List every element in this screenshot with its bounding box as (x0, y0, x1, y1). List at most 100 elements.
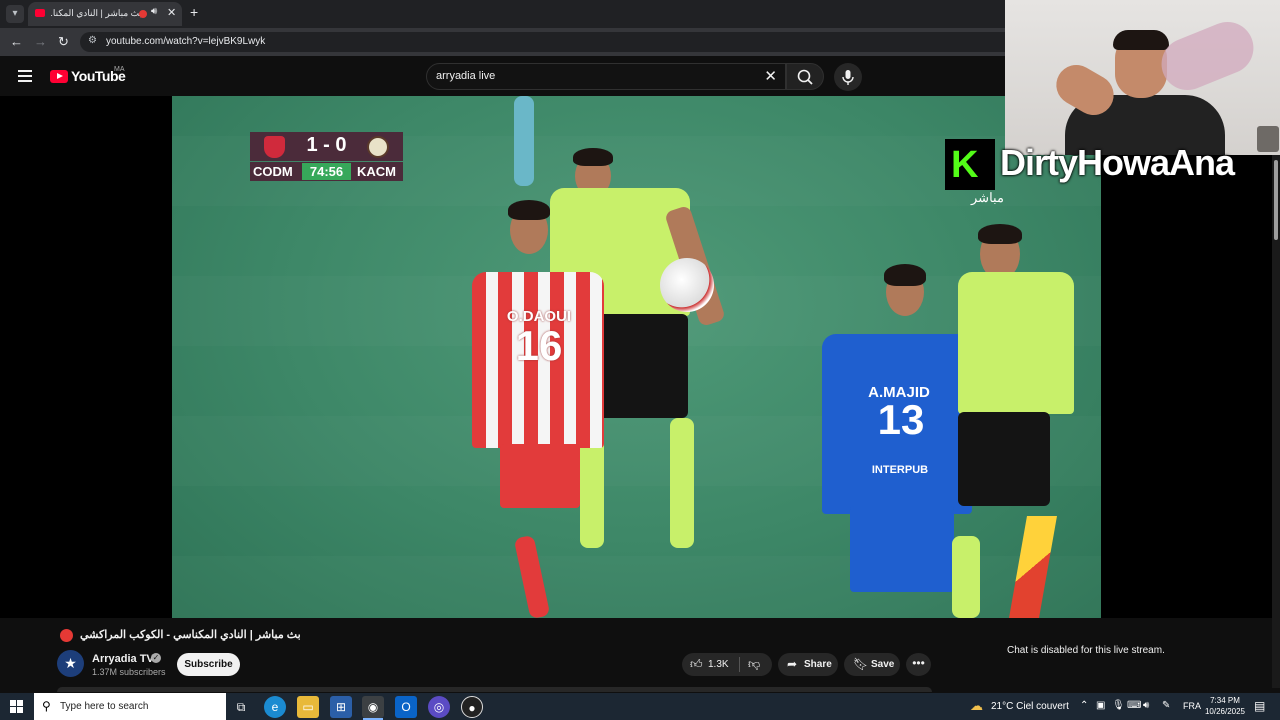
streamer-hair (1113, 30, 1169, 50)
pen-icon[interactable]: ✎ (1162, 700, 1170, 711)
microsoft-store-icon[interactable]: ⊞ (330, 696, 352, 718)
water-bottle (1153, 14, 1262, 98)
search-button[interactable] (786, 63, 824, 90)
channel-avatar[interactable]: ★ (57, 650, 84, 677)
description-box[interactable] (57, 687, 932, 692)
voice-search-button[interactable] (834, 63, 862, 91)
recording-indicator-icon (139, 10, 147, 18)
blue-player-sponsor: INTERPUB (871, 464, 929, 476)
keyboard-icon[interactable]: ⌨ (1127, 700, 1141, 711)
more-actions-button[interactable]: ••• (906, 653, 931, 676)
browser-toolbar: ← → ↻ ⚙ youtube.com/watch?v=lejvBK9Lwyk (0, 28, 1005, 56)
country-code: MA (114, 66, 125, 73)
back-arrow-icon[interactable]: ← (10, 34, 23, 49)
input-language[interactable]: FRA (1183, 701, 1201, 711)
verified-badge-icon: ✓ (151, 653, 161, 663)
home-team-code: CODM (253, 164, 293, 179)
url-text[interactable]: youtube.com/watch?v=lejvBK9Lwyk (106, 36, 265, 47)
referee-sock (670, 418, 694, 548)
new-tab-button[interactable]: + (190, 4, 198, 20)
system-clock[interactable]: 7:34 PM 10/26/2025 (1204, 695, 1246, 717)
red-player-shorts (500, 444, 580, 508)
discord-icon[interactable]: ◎ (428, 696, 450, 718)
chat-disabled-message: Chat is disabled for this live stream. (1007, 645, 1165, 656)
video-title: بث مباشر | النادي المكناسي - الكوكب المر… (80, 629, 301, 641)
blue-player-shorts (850, 506, 954, 592)
chevron-up-icon[interactable]: ⌃ (1080, 700, 1088, 711)
microphone-icon[interactable]: 🎙︎ (1112, 700, 1125, 711)
search-icon: ⚲ (42, 699, 51, 713)
red-player-number: 16 (515, 322, 563, 369)
clock-time: 7:34 PM (1210, 696, 1240, 705)
thumbs-down-icon[interactable]: 👎︎ (748, 657, 760, 672)
streamer-webcam (1005, 0, 1280, 155)
tab-search-button[interactable]: ▾ (6, 5, 24, 23)
live-indicator-icon (60, 629, 73, 642)
channel-name[interactable]: Arryadia TV (92, 653, 154, 665)
clear-search-icon[interactable]: ✕ (764, 67, 777, 85)
streamer-name-overlay: DirtyHowaAna (1000, 142, 1235, 183)
assistant-referee-shorts (958, 412, 1050, 506)
edge-browser-icon[interactable]: e (264, 696, 286, 718)
match-ball (660, 258, 714, 312)
browser-tab-strip: ▾ بث مباشر | النادي المكنا... 🔊︎ ✕ + (0, 0, 1005, 28)
search-input[interactable]: arryadia live ✕ (426, 63, 786, 90)
search-icon (797, 69, 813, 85)
windows-start-icon[interactable] (10, 700, 23, 713)
picture-frame (1257, 126, 1279, 152)
referee-hair (573, 148, 613, 166)
assistant-referee-shirt (958, 272, 1074, 414)
youtube-logo-icon[interactable] (50, 70, 68, 83)
home-team-crest-icon (264, 136, 285, 158)
like-button[interactable]: 👍︎ 1.3K (682, 653, 738, 676)
youtube-favicon-icon (35, 9, 45, 17)
taskbar-search-box[interactable]: ⚲ Type here to search (34, 693, 226, 720)
chrome-browser-icon[interactable]: ◉ (362, 696, 384, 718)
assistant-referee-hair (978, 224, 1022, 244)
clock-date: 10/26/2025 (1204, 707, 1246, 716)
kick-logo-icon: K (945, 139, 995, 190)
assistant-referee-sock (952, 536, 980, 618)
file-explorer-icon[interactable]: ▭ (297, 696, 319, 718)
cloud-weather-icon[interactable]: ☁ (970, 698, 983, 714)
taskbar-search-placeholder[interactable]: Type here to search (60, 701, 148, 712)
volume-icon[interactable]: 🔊︎ (1143, 700, 1149, 711)
ellipsis-icon: ••• (912, 656, 925, 670)
red-player-hair (508, 200, 550, 220)
weather-text[interactable]: 21°C Ciel couvert (991, 701, 1069, 712)
browser-tab-active[interactable]: بث مباشر | النادي المكنا... 🔊︎ ✕ (28, 2, 182, 26)
share-arrow-icon: ➦ (787, 657, 798, 671)
scrollbar-thumb[interactable] (1274, 160, 1278, 240)
share-label: Share (804, 659, 832, 670)
match-score: 1 - 0 (306, 134, 347, 156)
tab-close-icon[interactable]: ✕ (167, 6, 176, 19)
microphone-icon (842, 70, 854, 85)
scoreboard-bottom: CODM 74:56 KACM (250, 162, 403, 181)
share-button[interactable]: ➦ Share (778, 653, 838, 676)
search-input-value[interactable]: arryadia live (436, 70, 495, 82)
reload-icon[interactable]: ↻ (58, 34, 69, 50)
hamburger-menu-icon[interactable] (18, 70, 32, 82)
away-team-crest-icon (367, 136, 389, 158)
subscriber-count: 1.37M subscribers (92, 667, 166, 677)
match-scoreboard: 1 - 0 CODM 74:56 KACM (250, 132, 403, 181)
divider (739, 657, 740, 672)
obs-studio-icon[interactable]: ● (461, 696, 483, 718)
speaker-icon[interactable]: 🔊︎ (151, 6, 157, 17)
forward-arrow-icon[interactable]: → (34, 34, 47, 49)
away-team-code: KACM (357, 164, 396, 179)
outlook-icon[interactable]: O (395, 696, 417, 718)
subscribe-button[interactable]: Subscribe (177, 653, 240, 676)
page-scrollbar[interactable] (1272, 155, 1280, 688)
notification-icon[interactable]: ▤ (1254, 699, 1265, 713)
blue-player-hair (884, 264, 926, 286)
tray-app-icon[interactable]: ▣ (1096, 700, 1105, 711)
background-player (514, 96, 534, 186)
blue-player-number: 13 (877, 396, 925, 443)
save-button[interactable]: 🔖︎ Save (844, 653, 900, 676)
like-count: 1.3K (708, 659, 729, 670)
site-info-icon[interactable]: ⚙ (88, 35, 97, 46)
task-view-icon[interactable]: ⧉ (230, 696, 252, 718)
save-label: Save (871, 659, 895, 670)
address-bar[interactable]: ⚙ youtube.com/watch?v=lejvBK9Lwyk (80, 32, 1005, 52)
